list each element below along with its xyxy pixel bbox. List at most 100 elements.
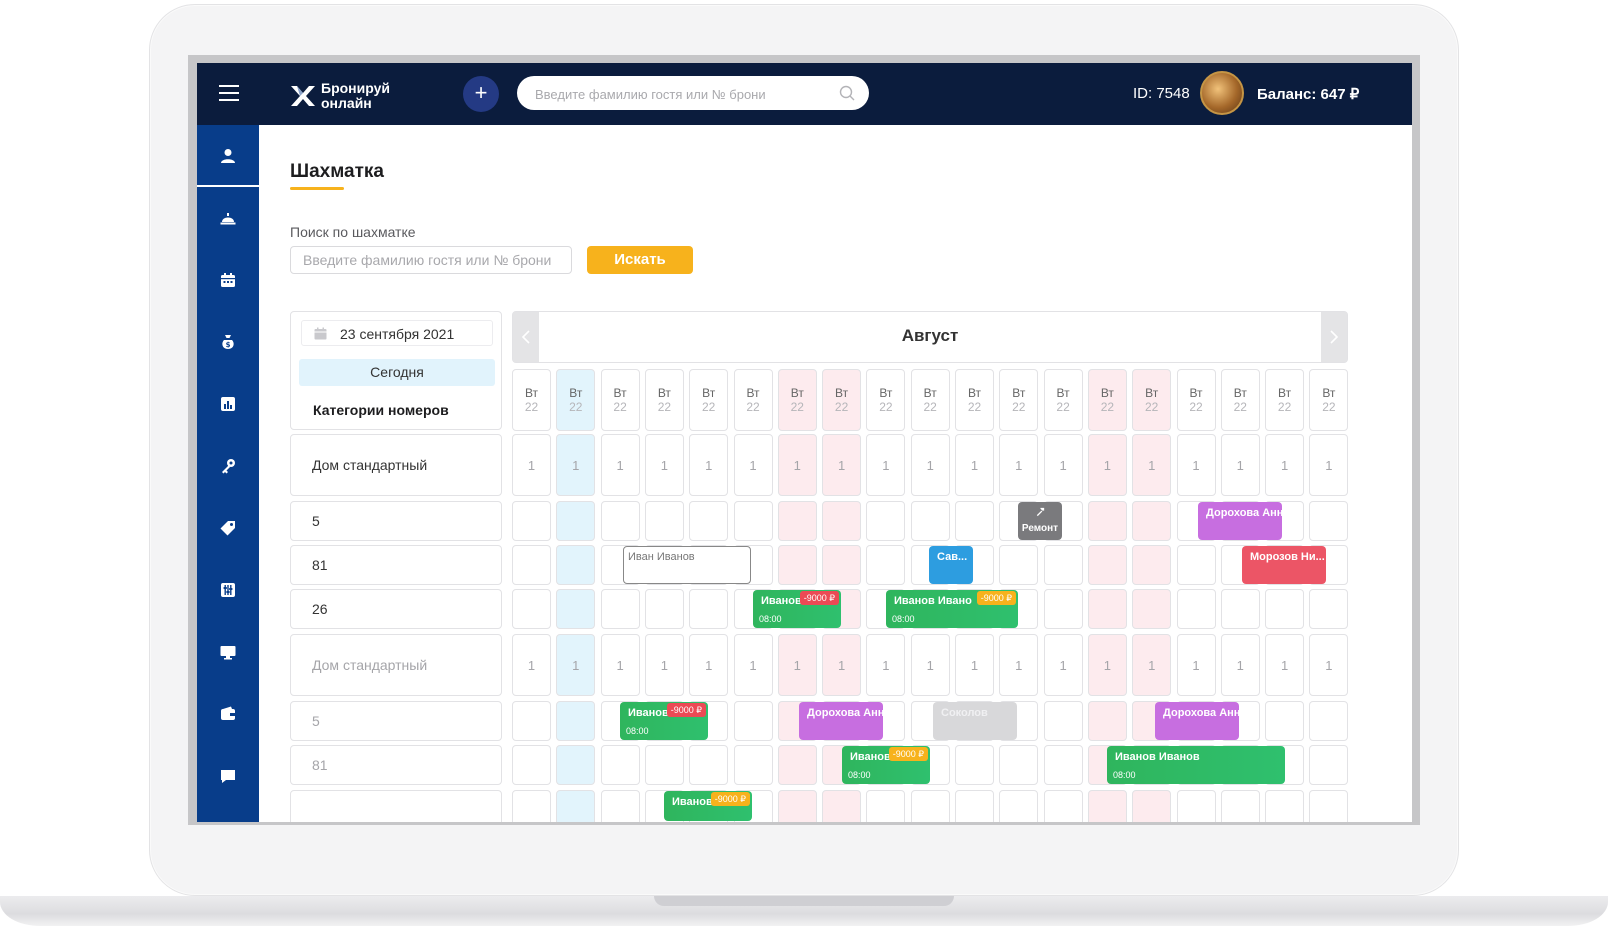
sidebar-item-finance[interactable]: $ [197, 311, 259, 373]
room-day-cell[interactable] [512, 790, 551, 822]
room-day-cell[interactable] [1087, 545, 1127, 585]
availability-cell[interactable]: 1 [1043, 434, 1083, 496]
room-day-cell[interactable] [1176, 545, 1216, 585]
availability-cell[interactable]: 1 [955, 634, 994, 696]
room-day-cell[interactable] [1265, 790, 1305, 822]
availability-cell[interactable]: 1 [910, 634, 950, 696]
sidebar-item-website[interactable] [197, 621, 259, 683]
room-day-cell[interactable] [644, 501, 684, 541]
room-day-cell[interactable] [733, 701, 773, 741]
availability-cell[interactable]: 1 [644, 434, 684, 496]
room-label[interactable]: 5 [290, 501, 502, 541]
booking-block[interactable]: Дорохова Анна [1198, 502, 1282, 540]
booking-block[interactable]: Соколов [933, 702, 1017, 740]
room-day-cell[interactable] [1265, 589, 1305, 629]
room-day-cell[interactable] [1265, 701, 1305, 741]
avatar[interactable] [1200, 71, 1244, 115]
sidebar-item-calendar[interactable] [197, 249, 259, 311]
room-day-cell[interactable] [955, 501, 994, 541]
today-button[interactable]: Сегодня [299, 359, 495, 386]
room-day-cell[interactable] [822, 790, 862, 822]
room-label[interactable] [290, 790, 502, 822]
room-day-cell[interactable] [600, 790, 640, 822]
availability-cell[interactable]: 1 [1087, 634, 1127, 696]
room-day-cell[interactable] [600, 589, 640, 629]
room-day-cell[interactable] [1087, 589, 1127, 629]
room-day-cell[interactable] [1309, 589, 1349, 629]
sidebar-item-messages[interactable] [197, 745, 259, 807]
room-day-cell[interactable] [1043, 545, 1083, 585]
date-picker[interactable]: 23 сентября 2021 [301, 320, 493, 346]
room-label[interactable]: 81 [290, 745, 502, 785]
availability-cell[interactable]: 1 [1220, 634, 1260, 696]
availability-cell[interactable]: 1 [512, 434, 551, 496]
sidebar-item-access[interactable] [197, 435, 259, 497]
room-day-cell[interactable] [777, 501, 817, 541]
room-day-cell[interactable] [866, 501, 906, 541]
room-day-cell[interactable] [556, 589, 596, 629]
sidebar-item-payments[interactable] [197, 683, 259, 745]
room-day-cell[interactable] [1176, 790, 1216, 822]
booking-block[interactable]: Иван Иванов [623, 546, 751, 584]
room-day-cell[interactable] [1309, 501, 1349, 541]
availability-cell[interactable]: 1 [999, 634, 1039, 696]
availability-cell[interactable]: 1 [600, 634, 640, 696]
room-day-cell[interactable] [1087, 790, 1127, 822]
room-day-cell[interactable] [733, 501, 773, 541]
room-day-cell[interactable] [777, 545, 817, 585]
room-day-cell[interactable] [644, 589, 684, 629]
booking-block[interactable]: Иванов 08:00 -9000 ₽ [753, 590, 841, 628]
availability-cell[interactable]: 1 [1176, 634, 1216, 696]
availability-cell[interactable]: 1 [1043, 634, 1083, 696]
room-label[interactable]: 5 [290, 701, 502, 741]
availability-cell[interactable]: 1 [600, 434, 640, 496]
room-day-cell[interactable] [600, 745, 640, 785]
availability-cell[interactable]: 1 [777, 434, 817, 496]
availability-cell[interactable]: 1 [1265, 434, 1305, 496]
availability-cell[interactable]: 1 [1309, 434, 1349, 496]
availability-cell[interactable]: 1 [1132, 434, 1172, 496]
booking-block[interactable]: Иванов 08:00 -9000 ₽ [842, 746, 930, 784]
room-day-cell[interactable] [1043, 790, 1083, 822]
sidebar-item-settings[interactable] [197, 559, 259, 621]
availability-cell[interactable]: 1 [910, 434, 950, 496]
search-icon[interactable] [839, 85, 855, 101]
room-day-cell[interactable] [1043, 701, 1083, 741]
sidebar-item-tariffs[interactable] [197, 497, 259, 559]
room-day-cell[interactable] [1087, 501, 1127, 541]
booking-block[interactable]: Иванов 08:00 -9000 ₽ [620, 702, 708, 740]
availability-cell[interactable]: 1 [822, 434, 862, 496]
room-day-cell[interactable] [1132, 589, 1172, 629]
room-day-cell[interactable] [556, 545, 596, 585]
availability-cell[interactable]: 1 [1309, 634, 1349, 696]
booking-block[interactable]: Иванов Ивано 08:00 -9000 ₽ [886, 590, 1018, 628]
availability-cell[interactable]: 1 [822, 634, 862, 696]
booking-block[interactable]: Сав... [929, 546, 973, 584]
room-day-cell[interactable] [1132, 545, 1172, 585]
header-search-input[interactable] [533, 76, 827, 112]
room-day-cell[interactable] [556, 745, 596, 785]
availability-cell[interactable]: 1 [689, 634, 729, 696]
room-day-cell[interactable] [1087, 701, 1127, 741]
room-day-cell[interactable] [556, 790, 596, 822]
availability-cell[interactable]: 1 [1220, 434, 1260, 496]
room-day-cell[interactable] [1220, 790, 1260, 822]
room-day-cell[interactable] [1220, 589, 1260, 629]
room-day-cell[interactable] [910, 790, 950, 822]
room-day-cell[interactable] [777, 745, 817, 785]
room-day-cell[interactable] [689, 501, 729, 541]
booking-block[interactable]: Ремонт [1018, 502, 1062, 540]
room-day-cell[interactable] [866, 790, 906, 822]
room-day-cell[interactable] [1132, 790, 1172, 822]
room-day-cell[interactable] [1309, 701, 1349, 741]
availability-cell[interactable]: 1 [1265, 634, 1305, 696]
room-day-cell[interactable] [733, 745, 773, 785]
availability-cell[interactable]: 1 [733, 634, 773, 696]
room-day-cell[interactable] [1309, 790, 1349, 822]
room-day-cell[interactable] [955, 745, 994, 785]
room-day-cell[interactable] [689, 589, 729, 629]
next-month-button[interactable] [1321, 312, 1347, 362]
room-day-cell[interactable] [512, 501, 551, 541]
booking-block[interactable]: Иванов -9000 ₽ [664, 791, 752, 821]
availability-cell[interactable]: 1 [1087, 434, 1127, 496]
